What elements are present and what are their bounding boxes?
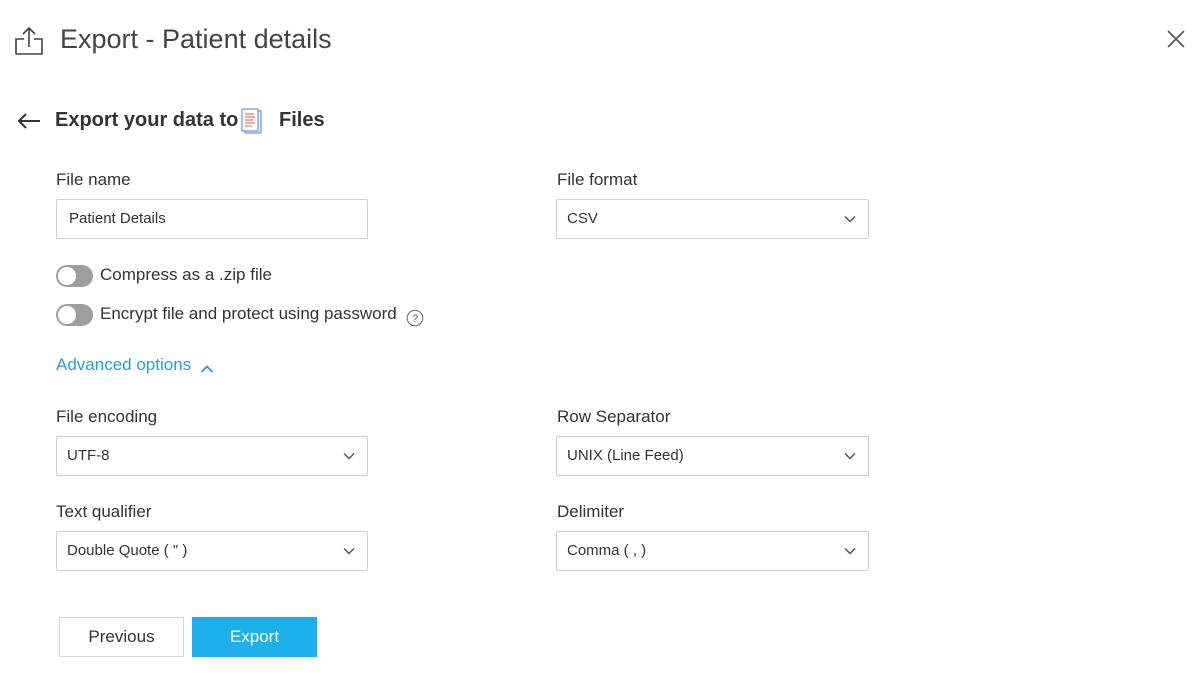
chevron-down-icon	[844, 547, 856, 555]
text-qualifier-value: Double Quote ( " )	[67, 542, 188, 559]
chevron-up-icon[interactable]	[200, 361, 214, 373]
back-button[interactable]	[15, 110, 43, 132]
compress-label: Compress as a .zip file	[100, 265, 272, 284]
chevron-down-icon	[844, 452, 856, 460]
row-separator-label: Row Separator	[557, 407, 671, 426]
file-format-label: File format	[557, 170, 638, 189]
help-icon[interactable]: ?	[406, 309, 424, 327]
chevron-down-icon	[343, 547, 355, 555]
chevron-down-icon	[844, 215, 856, 223]
toggle-knob	[58, 306, 76, 324]
file-name-label: File name	[56, 170, 131, 189]
toggle-knob	[58, 267, 76, 285]
file-format-value: CSV	[567, 210, 598, 227]
advanced-options-link[interactable]: Advanced options	[56, 354, 191, 376]
export-button[interactable]: Export	[192, 617, 317, 657]
export-icon	[13, 25, 45, 57]
destination-label: Files	[279, 109, 325, 131]
file-encoding-label: File encoding	[56, 407, 158, 426]
compress-toggle[interactable]	[56, 265, 93, 287]
text-qualifier-label: Text qualifier	[56, 502, 152, 521]
delimiter-label: Delimiter	[557, 502, 625, 521]
back-arrow-icon	[17, 113, 40, 129]
encrypt-toggle[interactable]	[56, 304, 93, 326]
file-name-input[interactable]: Patient Details	[56, 199, 368, 239]
text-qualifier-select[interactable]: Double Quote ( " )	[56, 531, 368, 571]
delimiter-select[interactable]: Comma ( , )	[556, 531, 869, 571]
file-encoding-value: UTF-8	[67, 447, 110, 464]
encrypt-label: Encrypt file and protect using password	[100, 304, 397, 323]
row-separator-select[interactable]: UNIX (Line Feed)	[556, 436, 869, 476]
file-encoding-select[interactable]: UTF-8	[56, 436, 368, 476]
chevron-down-icon	[343, 452, 355, 460]
close-button[interactable]	[1163, 26, 1189, 52]
row-separator-value: UNIX (Line Feed)	[567, 447, 684, 464]
svg-text:?: ?	[412, 313, 418, 325]
delimiter-value: Comma ( , )	[567, 542, 647, 559]
export-destination-heading: Export your data to	[55, 109, 239, 131]
file-format-select[interactable]: CSV	[556, 199, 869, 239]
close-icon	[1167, 30, 1185, 48]
previous-button[interactable]: Previous	[59, 617, 184, 657]
file-document-icon	[239, 107, 263, 135]
dialog-title: Export - Patient details	[60, 24, 332, 54]
